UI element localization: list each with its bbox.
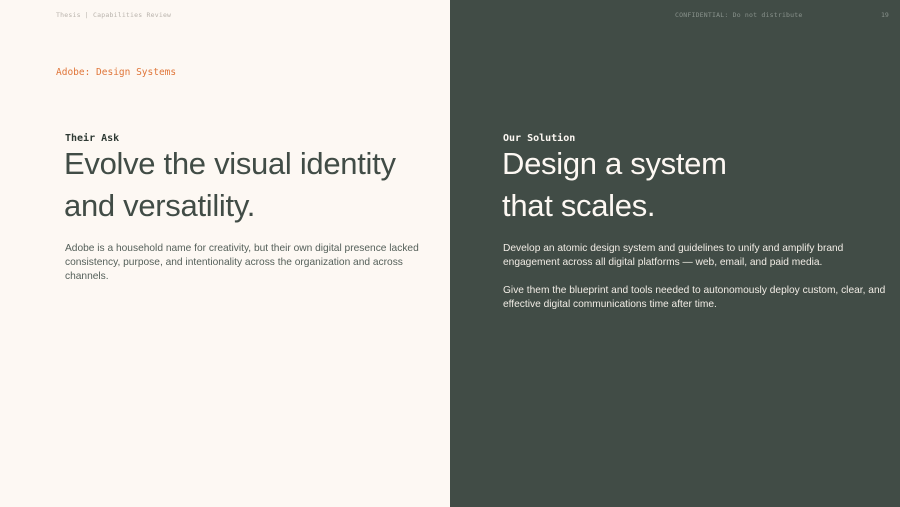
their-ask-headline: Evolve the visual identity and versatili… (64, 143, 424, 227)
confidential-notice: CONFIDENTIAL: Do not distribute (675, 11, 803, 19)
document-title: Thesis | Capabilities Review (56, 11, 172, 19)
their-ask-body: Adobe is a household name for creativity… (65, 243, 419, 282)
our-solution-paragraph: Develop an atomic design system and guid… (503, 243, 844, 268)
page-number: 19 (881, 11, 889, 19)
our-solution-paragraph: Give them the blueprint and tools needed… (503, 285, 886, 310)
headline-line: Design a system (502, 146, 727, 181)
client-label: Adobe: Design Systems (56, 67, 177, 78)
headline-line: and versatility. (64, 188, 256, 223)
headline-line: Evolve the visual identity (64, 146, 396, 181)
headline-line: that scales. (502, 188, 656, 223)
our-solution-headline: Design a system that scales. (502, 143, 802, 227)
